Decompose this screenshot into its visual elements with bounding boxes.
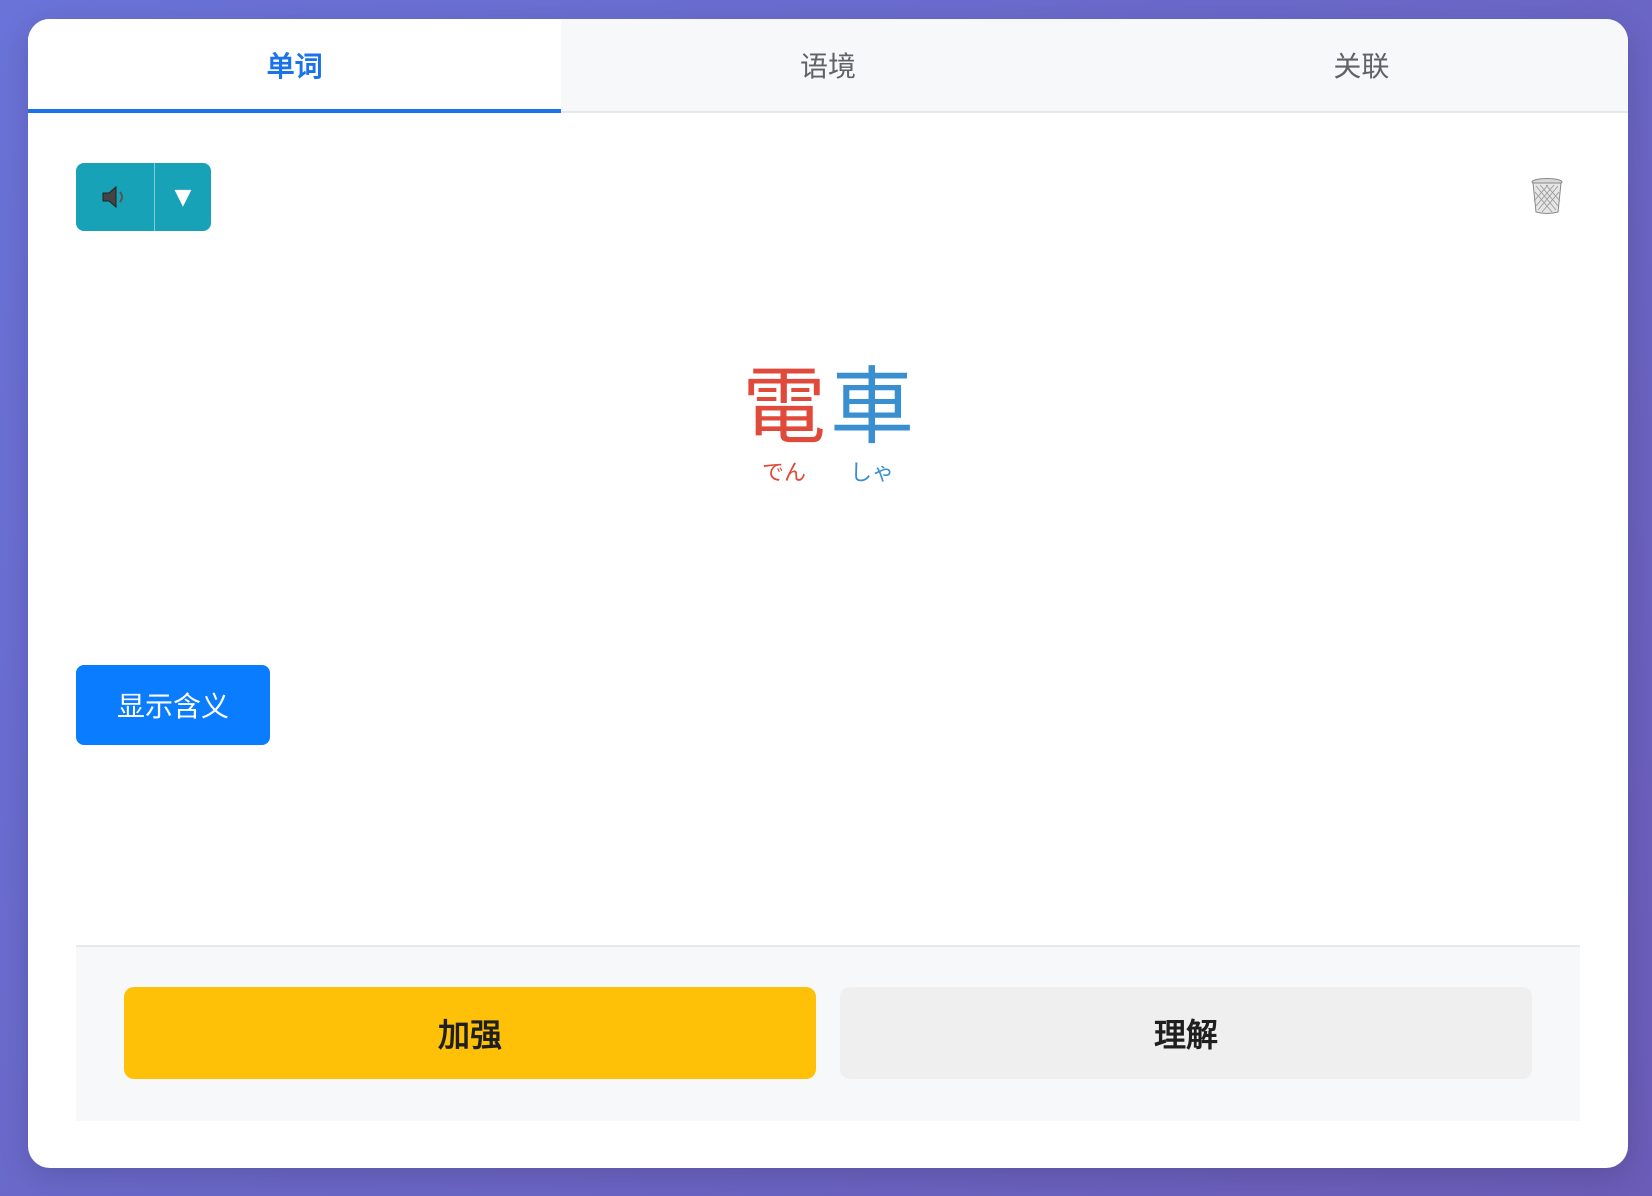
- play-audio-button[interactable]: [76, 163, 154, 231]
- char-block: 電 でん: [742, 359, 826, 489]
- audio-dropdown-button[interactable]: ▼: [155, 163, 211, 231]
- understand-button[interactable]: 理解: [840, 987, 1532, 1079]
- audio-button-group: ▼: [76, 163, 211, 231]
- char-block: 車 しゃ: [830, 359, 914, 489]
- flashcard: 单词 语境 关联 ▼ 電 でん 車 しゃ 显示含义 加强 理解: [28, 19, 1628, 1168]
- tab-bar: 单词 语境 关联: [28, 19, 1628, 113]
- review-footer: 加强 理解: [76, 945, 1580, 1121]
- show-meaning-button[interactable]: 显示含义: [76, 665, 270, 745]
- speaker-icon: [102, 185, 123, 209]
- tab-context[interactable]: 语境: [561, 19, 1094, 111]
- trash-icon: [1531, 178, 1563, 214]
- delete-button[interactable]: [1530, 177, 1564, 215]
- chevron-down-icon: ▼: [174, 184, 192, 210]
- furigana: でん: [761, 461, 806, 486]
- vocab-word: 電 でん 車 しゃ: [28, 359, 1628, 489]
- kanji-char: 電: [741, 358, 826, 456]
- tab-related[interactable]: 关联: [1095, 19, 1628, 111]
- tab-word[interactable]: 单词: [28, 19, 562, 113]
- strengthen-button[interactable]: 加强: [124, 987, 816, 1079]
- furigana: しゃ: [850, 461, 895, 486]
- kanji-char: 車: [830, 358, 915, 456]
